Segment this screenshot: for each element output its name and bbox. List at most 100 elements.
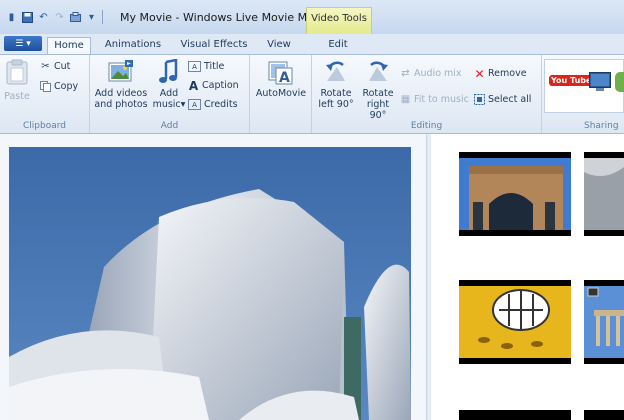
- add-music-button[interactable]: Add music▾: [152, 59, 186, 110]
- music-note-icon: [156, 59, 182, 85]
- automovie-label: AutoMovie: [255, 88, 307, 99]
- title-label: Title: [204, 61, 225, 72]
- add-group: Add videos and photos Add music▾ A Title…: [90, 55, 250, 133]
- main-area: [0, 134, 624, 420]
- tab-view[interactable]: View: [262, 37, 296, 54]
- select-all-icon: [474, 94, 485, 105]
- rotate-left-icon: [323, 59, 349, 85]
- paste-button[interactable]: Paste: [4, 59, 30, 102]
- qat-separator: [102, 10, 103, 24]
- remove-x-icon: ✕: [474, 66, 485, 81]
- credits-button[interactable]: A Credits: [188, 99, 238, 110]
- storyboard-thumb-3[interactable]: [459, 280, 571, 364]
- cut-button[interactable]: ✂ Cut: [40, 61, 70, 72]
- publish-icon[interactable]: [70, 11, 81, 23]
- storyboard-thumb-5[interactable]: [459, 410, 571, 420]
- editing-group-label: Editing: [410, 121, 443, 131]
- more-share-icon[interactable]: [615, 72, 624, 92]
- tab-edit[interactable]: Edit: [314, 37, 362, 54]
- save-icon[interactable]: [22, 11, 33, 23]
- add-music-line2: music: [152, 99, 181, 110]
- paste-icon: [4, 59, 30, 85]
- sharing-group: You Tube Sharing: [542, 55, 624, 133]
- video-tools-context-tab: Video Tools: [306, 7, 372, 34]
- svg-text:A: A: [279, 70, 290, 85]
- scissors-icon: ✂: [41, 61, 50, 72]
- copy-label: Copy: [54, 81, 79, 92]
- ribbon: Paste ✂ Cut Copy Clipboard Add videos an…: [0, 54, 624, 134]
- rotate-left-line1: Rotate: [320, 88, 352, 99]
- add-videos-line2: and photos: [94, 99, 148, 110]
- thumb-arch-image: [459, 158, 571, 230]
- clipboard-group-label: Clipboard: [23, 121, 66, 131]
- add-videos-line1: Add videos: [94, 88, 148, 99]
- pane-divider[interactable]: [426, 134, 431, 420]
- tab-home[interactable]: Home: [47, 37, 91, 54]
- copy-icon: [40, 81, 51, 92]
- monitor-share-button[interactable]: [589, 72, 611, 95]
- remove-label: Remove: [488, 68, 527, 79]
- thumb-temple-image: [584, 286, 624, 358]
- fit-to-music-icon: ▦: [400, 94, 411, 105]
- title-bar: ▮ ↶ ↷ ▾ My Movie - Windows Live Movie Ma…: [0, 0, 624, 35]
- editing-group: Rotate left 90° Rotate right 90° ⇄ Audio…: [312, 55, 542, 133]
- chevron-down-icon: ▾: [26, 38, 31, 49]
- rotate-left-line2: left 90°: [318, 99, 354, 110]
- rotate-right-line1: Rotate: [362, 88, 394, 99]
- paste-label: Paste: [4, 91, 30, 102]
- preview-pane: [0, 134, 426, 420]
- title-button[interactable]: A Title: [188, 61, 224, 72]
- credits-label: Credits: [204, 99, 238, 110]
- redo-icon[interactable]: ↷: [54, 12, 65, 23]
- video-preview[interactable]: [9, 147, 411, 420]
- clipboard-group: Paste ✂ Cut Copy Clipboard: [0, 55, 90, 133]
- add-music-line1: Add: [159, 88, 179, 99]
- caption-label: Caption: [202, 80, 239, 91]
- remove-button[interactable]: ✕ Remove: [474, 66, 527, 81]
- audio-mix-icon: ⇄: [401, 68, 410, 79]
- cut-label: Cut: [54, 61, 71, 72]
- tab-visual-effects[interactable]: Visual Effects: [178, 37, 250, 54]
- tab-animations[interactable]: Animations: [100, 37, 166, 54]
- preview-image: [9, 147, 411, 420]
- rotate-right-line2: right 90°: [366, 99, 390, 121]
- window-title: My Movie - Windows Live Movie Maker: [120, 11, 332, 24]
- caption-button[interactable]: A Caption: [188, 78, 239, 93]
- fit-to-music-label: Fit to music: [414, 94, 469, 105]
- rotate-right-button[interactable]: Rotate right 90°: [358, 59, 398, 121]
- add-videos-and-photos-button[interactable]: Add videos and photos: [94, 59, 148, 110]
- title-icon: A: [188, 61, 201, 72]
- sharing-gallery: You Tube: [544, 59, 624, 113]
- copy-button[interactable]: Copy: [40, 81, 78, 92]
- customize-qat-icon[interactable]: ▾: [86, 12, 97, 23]
- add-group-label: Add: [160, 121, 179, 131]
- select-all-label: Select all: [488, 94, 532, 105]
- audio-mix-label: Audio mix: [414, 68, 462, 79]
- credits-icon: A: [188, 99, 201, 110]
- thumb-sculpture-image: [584, 158, 624, 230]
- fit-to-music-button[interactable]: ▦ Fit to music: [400, 94, 469, 105]
- movie-maker-icon: ▮: [8, 11, 15, 23]
- undo-icon[interactable]: ↶: [38, 12, 49, 23]
- automovie-group: A AutoMovie: [250, 55, 312, 133]
- caption-icon: A: [188, 78, 199, 93]
- select-all-button[interactable]: Select all: [474, 94, 531, 105]
- rotate-left-button[interactable]: Rotate left 90°: [316, 59, 356, 110]
- quick-access-toolbar: ▮ ↶ ↷ ▾: [6, 10, 103, 24]
- sharing-group-label: Sharing: [584, 121, 619, 131]
- storyboard-thumb-2[interactable]: [584, 152, 624, 236]
- youtube-icon: You Tube: [549, 75, 594, 86]
- ribbon-tab-row: ☰ ▾ Home Animations Visual Effects View E…: [0, 34, 624, 54]
- application-menu-button[interactable]: ☰ ▾: [4, 36, 42, 51]
- storyboard-thumb-1[interactable]: [459, 152, 571, 236]
- storyboard-thumb-6[interactable]: [584, 410, 624, 420]
- youtube-button[interactable]: You Tube: [549, 75, 594, 86]
- chevron-down-icon: ▾: [180, 99, 186, 110]
- automovie-button[interactable]: A AutoMovie: [254, 59, 308, 99]
- add-videos-photos-icon: [108, 59, 134, 85]
- menu-icon: ☰: [15, 38, 24, 49]
- audio-mix-button[interactable]: ⇄ Audio mix: [400, 68, 462, 79]
- thumb-yellow-image: [459, 286, 571, 358]
- rotate-right-icon: [365, 59, 391, 85]
- storyboard-thumb-4[interactable]: [584, 280, 624, 364]
